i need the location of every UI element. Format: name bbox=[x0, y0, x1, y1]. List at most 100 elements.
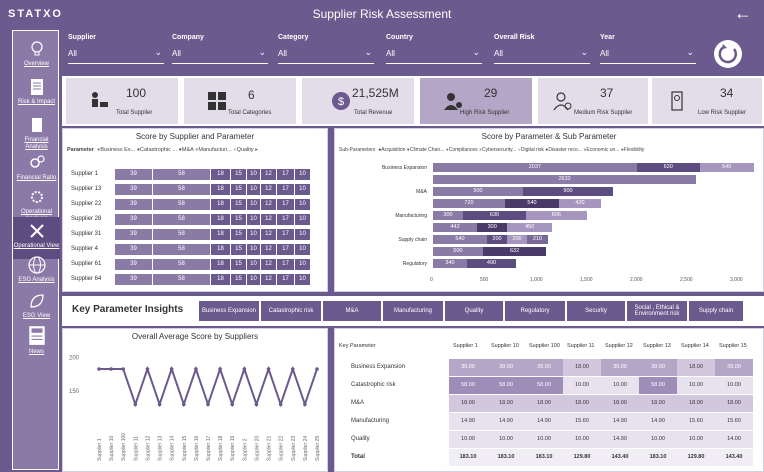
score-cell: 12 bbox=[261, 169, 277, 180]
param-bar[interactable]: 420 bbox=[559, 199, 601, 208]
insight-tab[interactable]: Catastrophic risk bbox=[260, 300, 322, 322]
supplier-row[interactable]: Supplier 22 39 58 18 15 10 12 17 10 bbox=[67, 199, 323, 210]
supplier-row[interactable]: Supplier 28 39 58 18 15 10 12 17 10 bbox=[67, 214, 323, 225]
supplier-row[interactable]: Supplier 64 39 58 18 15 10 12 17 10 bbox=[67, 274, 323, 285]
param-bar[interactable]: 900 bbox=[523, 187, 613, 196]
country-select[interactable]: All ⌄ bbox=[386, 47, 482, 64]
data-point[interactable] bbox=[206, 402, 210, 407]
column-header[interactable]: Supplier 11 bbox=[567, 343, 594, 349]
score-cell: 15 bbox=[231, 229, 247, 240]
data-point[interactable] bbox=[254, 402, 259, 407]
param-bar[interactable]: 2632 bbox=[433, 175, 697, 184]
param-bar[interactable]: 442 bbox=[433, 223, 478, 232]
company-select[interactable]: All ⌄ bbox=[172, 47, 268, 64]
data-point[interactable] bbox=[121, 367, 126, 371]
data-point[interactable] bbox=[133, 402, 138, 407]
table-cell: 14.90 bbox=[525, 413, 563, 430]
people-cart-icon bbox=[92, 92, 108, 107]
filter-country: Country All ⌄ bbox=[386, 34, 482, 74]
param-bar[interactable]: 300 bbox=[433, 211, 463, 220]
data-point[interactable] bbox=[181, 402, 186, 407]
table-cell: 39.00 bbox=[449, 359, 487, 376]
data-point[interactable] bbox=[290, 367, 295, 371]
column-header[interactable]: Supplier 13 bbox=[643, 343, 671, 349]
param-bar[interactable]: 340 bbox=[433, 259, 467, 268]
param-bar[interactable]: 210 bbox=[527, 235, 548, 244]
score-cell: 18 bbox=[211, 244, 231, 255]
sidebar-item-financial-analysis[interactable]: Financial Analysis bbox=[13, 111, 60, 153]
data-point[interactable] bbox=[109, 367, 113, 371]
column-header[interactable]: Key Parameter bbox=[339, 343, 376, 349]
overall-risk-select[interactable]: All ⌄ bbox=[494, 47, 590, 64]
data-point[interactable] bbox=[266, 367, 271, 371]
score-cell: 58 bbox=[153, 229, 211, 240]
sidebar-item-overview[interactable]: Overview bbox=[13, 35, 60, 77]
param-bar[interactable]: 300 bbox=[477, 223, 508, 232]
param-bar[interactable]: 450 bbox=[507, 223, 553, 232]
column-header[interactable]: Supplier 15 bbox=[719, 343, 747, 349]
supplier-name: Supplier 61 bbox=[71, 261, 102, 267]
data-point[interactable] bbox=[157, 402, 162, 407]
param-bar[interactable]: 540 bbox=[505, 199, 559, 208]
insight-tab[interactable]: Business Expansion bbox=[198, 300, 260, 322]
sidebar-item-risk-impact[interactable]: Risk & Impact bbox=[13, 73, 60, 115]
table-cell: 39.00 bbox=[525, 359, 563, 376]
insight-tab[interactable]: Manufacturing bbox=[382, 300, 444, 322]
param-bar[interactable]: 720 bbox=[433, 199, 505, 208]
param-bar[interactable]: 200 bbox=[487, 235, 507, 244]
column-header[interactable]: Supplier 14 bbox=[681, 343, 709, 349]
column-header[interactable]: Supplier 12 bbox=[605, 343, 633, 349]
insight-tab[interactable]: M&A bbox=[322, 300, 382, 322]
kpi-high-risk-supplier[interactable]: 29 High Risk Supplier bbox=[420, 78, 532, 124]
param-bar[interactable]: 632 bbox=[483, 247, 547, 256]
data-point[interactable] bbox=[218, 367, 222, 371]
supplier-row[interactable]: Supplier 31 39 58 18 15 10 12 17 10 bbox=[67, 229, 323, 240]
column-header[interactable]: Supplier 1 bbox=[453, 343, 478, 349]
sidebar-item-news[interactable]: News bbox=[13, 319, 60, 361]
insight-tab[interactable]: Supply chain bbox=[688, 300, 744, 322]
score-cell: 10 bbox=[247, 259, 261, 270]
data-point[interactable] bbox=[303, 402, 307, 407]
supplier-row[interactable]: Supplier 1 39 58 18 15 10 12 17 10 bbox=[67, 169, 323, 180]
data-point[interactable] bbox=[169, 367, 174, 371]
column-header[interactable]: Supplier 10 bbox=[491, 343, 519, 349]
data-point[interactable] bbox=[315, 367, 319, 371]
insight-tab[interactable]: Regulatory bbox=[504, 300, 566, 322]
param-bar[interactable]: 2037 bbox=[433, 163, 637, 172]
supplier-row[interactable]: Supplier 13 39 58 18 15 10 12 17 10 bbox=[67, 184, 323, 195]
insight-tab[interactable]: Security bbox=[566, 300, 626, 322]
insight-tab[interactable]: Quality bbox=[444, 300, 504, 322]
table-cell: 18.00 bbox=[487, 395, 525, 412]
param-bar[interactable]: 900 bbox=[433, 187, 523, 196]
leaf-icon bbox=[29, 294, 44, 308]
category-select[interactable]: All ⌄ bbox=[278, 47, 374, 64]
column-header[interactable]: Supplier 100 bbox=[529, 343, 560, 349]
insight-tab[interactable]: Social , Ethical & Environment risk bbox=[626, 300, 688, 322]
table-cell: 18.00 bbox=[677, 359, 715, 376]
year-select[interactable]: All ⌄ bbox=[600, 47, 696, 64]
table-cell: 10.00 bbox=[601, 377, 639, 394]
data-point[interactable] bbox=[145, 367, 150, 371]
data-point[interactable] bbox=[278, 402, 283, 407]
param-bar[interactable]: 490 bbox=[467, 259, 516, 268]
data-point[interactable] bbox=[194, 367, 198, 371]
data-point[interactable] bbox=[242, 367, 247, 371]
data-point[interactable] bbox=[97, 367, 101, 371]
supplier-row[interactable]: Supplier 4 39 58 18 15 10 12 17 10 bbox=[67, 244, 323, 255]
param-bar[interactable]: 200 bbox=[507, 235, 527, 244]
param-bar[interactable]: 500 bbox=[433, 247, 483, 256]
table-cell: 14.90 bbox=[449, 413, 487, 430]
param-bar[interactable]: 540 bbox=[433, 235, 487, 244]
param-bar[interactable]: 630 bbox=[636, 163, 700, 172]
refresh-button[interactable] bbox=[714, 40, 742, 68]
supplier-row[interactable]: Supplier 61 39 58 18 15 10 12 17 10 bbox=[67, 259, 323, 270]
arrow-left-icon[interactable]: ← bbox=[734, 3, 752, 24]
supplier-name: Supplier 4 bbox=[71, 246, 99, 252]
score-cell: 18 bbox=[211, 229, 231, 240]
param-bar[interactable]: 540 bbox=[699, 163, 754, 172]
legend-next-icon[interactable]: ▸ bbox=[255, 147, 258, 153]
param-bar[interactable]: 630 bbox=[463, 211, 526, 220]
param-bar[interactable]: 606 bbox=[526, 211, 587, 220]
data-point[interactable] bbox=[230, 402, 235, 407]
supplier-select[interactable]: All ⌄ bbox=[68, 47, 164, 64]
